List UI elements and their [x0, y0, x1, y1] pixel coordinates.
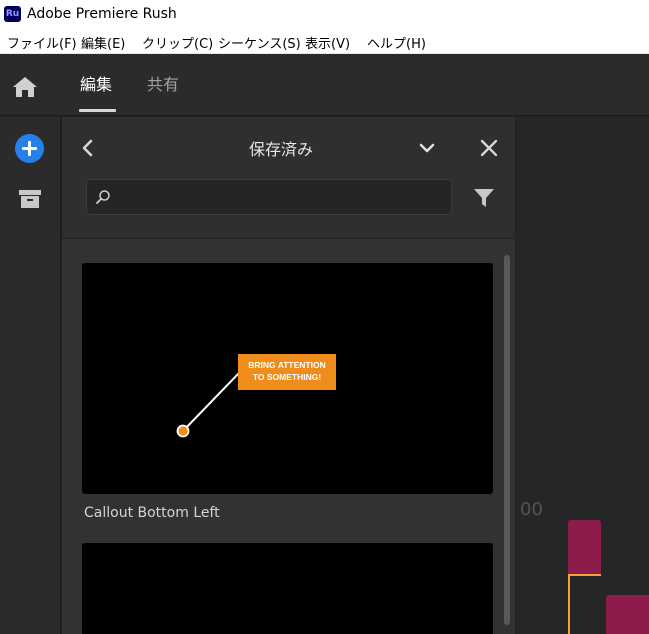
- menu-edit[interactable]: 編集(E): [81, 33, 125, 52]
- menu-help[interactable]: ヘルプ(H): [367, 33, 426, 52]
- menu-file[interactable]: ファイル(F): [7, 33, 77, 52]
- panel-header: 保存済み: [62, 117, 515, 239]
- app-icon: Ru: [4, 6, 21, 22]
- search-icon: [95, 189, 111, 205]
- saved-panel: 保存済み BRING ATTENTION TO SOMETHING! Callo…: [62, 117, 515, 634]
- window-title: Adobe Premiere Rush: [27, 6, 177, 22]
- callout-label: BRING ATTENTION TO SOMETHING!: [238, 354, 336, 390]
- template-thumbnail[interactable]: [82, 543, 493, 634]
- timeline-area: 00: [516, 117, 649, 634]
- menu-view[interactable]: 表示(V): [305, 33, 350, 52]
- tab-edit[interactable]: 編集: [80, 71, 112, 95]
- timeline-clip[interactable]: [606, 595, 649, 634]
- panel-title: 保存済み: [248, 140, 313, 159]
- filter-icon[interactable]: [472, 187, 496, 209]
- search-input[interactable]: [86, 179, 452, 215]
- title-bar: Ru Adobe Premiere Rush: [0, 0, 649, 30]
- app-header: 編集 共有: [0, 54, 649, 116]
- scrollbar[interactable]: [504, 255, 510, 625]
- template-name: Callout Bottom Left: [84, 505, 220, 521]
- template-thumbnail[interactable]: BRING ATTENTION TO SOMETHING!: [82, 263, 493, 494]
- menu-bar: ファイル(F) 編集(E) クリップ(C) シーケンス(S) 表示(V) ヘルプ…: [0, 30, 649, 54]
- close-icon[interactable]: [479, 138, 499, 158]
- callout-text-line: BRING ATTENTION: [248, 360, 326, 370]
- active-tab-indicator: [79, 109, 116, 112]
- playhead-line[interactable]: [568, 575, 570, 634]
- tool-rail: [0, 117, 61, 634]
- menu-clip[interactable]: クリップ(C): [142, 33, 213, 52]
- clip-selection-edge: [568, 574, 601, 576]
- timecode-label: 00: [520, 499, 543, 520]
- tab-share[interactable]: 共有: [147, 71, 179, 95]
- timeline-clip[interactable]: [568, 520, 601, 575]
- callout-text-line: TO SOMETHING!: [252, 372, 322, 382]
- menu-sequence[interactable]: シーケンス(S): [218, 33, 301, 52]
- add-media-button[interactable]: [15, 134, 44, 163]
- chevron-down-icon[interactable]: [417, 139, 437, 157]
- home-icon[interactable]: [12, 76, 38, 98]
- back-chevron-icon[interactable]: [80, 139, 96, 157]
- archive-icon[interactable]: [18, 189, 42, 209]
